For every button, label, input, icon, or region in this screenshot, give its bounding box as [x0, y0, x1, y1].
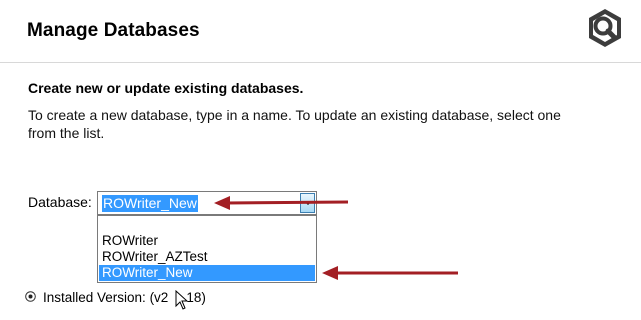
- instructions-text: To create a new database, type in a name…: [28, 107, 561, 141]
- list-item-empty[interactable]: [99, 217, 315, 233]
- wrench-gear-icon: [589, 9, 621, 47]
- section-heading: Create new or update existing databases.: [28, 80, 304, 96]
- mouse-cursor-icon: [175, 290, 189, 310]
- annotation-arrow-icon: [322, 266, 458, 280]
- installed-version-text: Installed Version: (v2: [43, 290, 169, 305]
- header: Manage Databases: [0, 0, 641, 63]
- database-list[interactable]: ROWriter ROWriter_AZTest ROWriter_New: [97, 215, 317, 283]
- page-title: Manage Databases: [27, 20, 200, 41]
- list-item-rowriter-new[interactable]: ROWriter_New: [99, 265, 315, 281]
- database-input-value[interactable]: ROWriter_New: [102, 195, 198, 212]
- installed-version-suffix: 18): [186, 290, 206, 305]
- database-label: Database:: [28, 194, 92, 210]
- list-item-rowriter[interactable]: ROWriter: [99, 233, 315, 249]
- list-item-rowriter-aztest[interactable]: ROWriter_AZTest: [99, 249, 315, 265]
- annotation-arrow-icon: [214, 196, 349, 210]
- radio-icon[interactable]: [25, 291, 36, 302]
